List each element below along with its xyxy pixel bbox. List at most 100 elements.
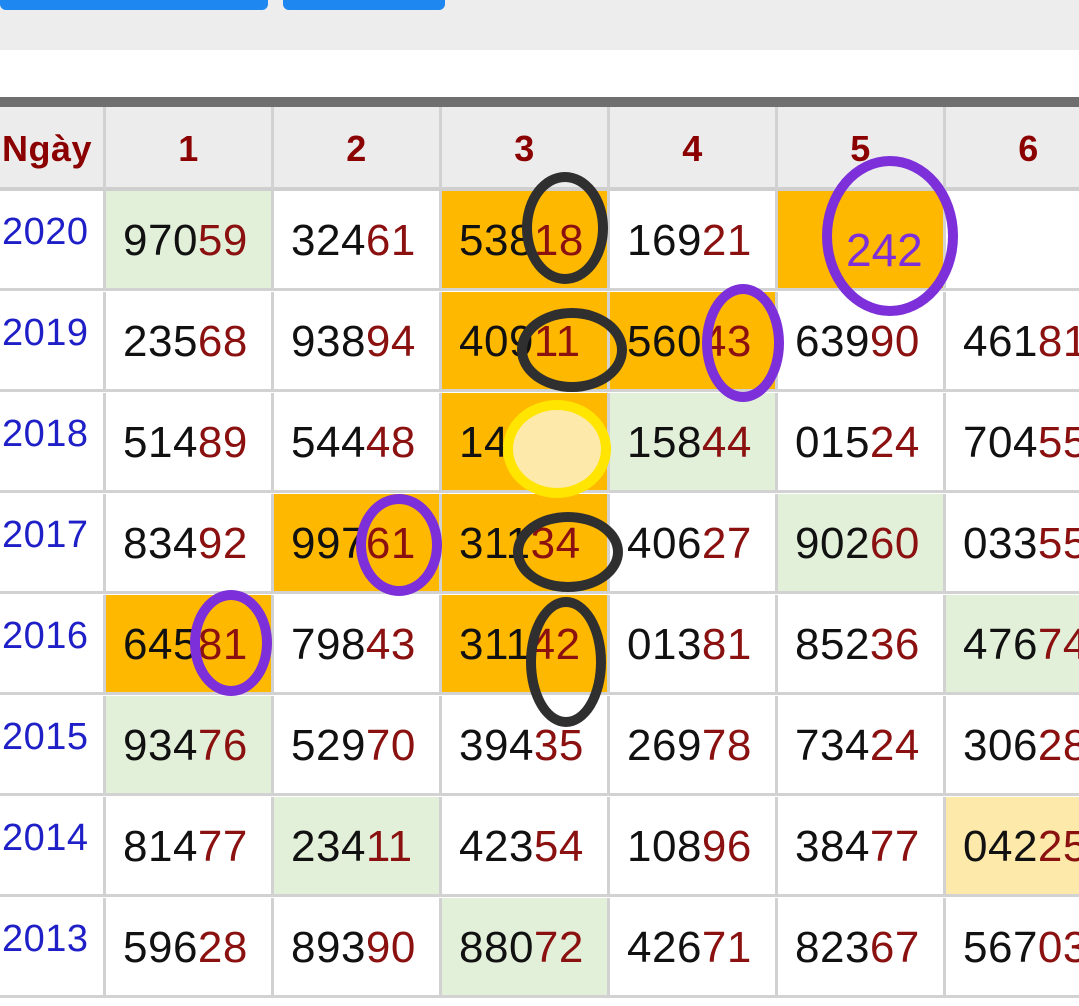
result-tail-digits: 76 — [197, 721, 248, 770]
result-head-digits: 306 — [963, 721, 1038, 770]
annotation-circle — [517, 308, 627, 392]
result-head-digits: 514 — [123, 418, 198, 467]
result-cell[interactable]: 16921 — [610, 191, 778, 291]
result-cell[interactable]: 79843 — [274, 595, 442, 695]
result-head-digits: 423 — [459, 822, 534, 871]
result-tail-digits: 61 — [365, 216, 416, 265]
table-row: 2013596288939088072426718236756703 — [0, 898, 1079, 998]
header-col-4: 4 — [610, 107, 778, 191]
result-cell[interactable]: 26978 — [610, 696, 778, 796]
result-tail-digits: 21 — [701, 216, 752, 265]
result-cell[interactable] — [946, 191, 1079, 291]
result-head-digits: 235 — [123, 317, 198, 366]
result-cell[interactable]: 83492 — [106, 494, 274, 594]
result-tail-digits: 74 — [1037, 620, 1079, 669]
result-cell[interactable]: 30628 — [946, 696, 1079, 796]
result-tail-digits: 36 — [869, 620, 920, 669]
result-cell[interactable]: 46181 — [946, 292, 1079, 392]
row-date: 2015 — [0, 696, 106, 796]
result-head-digits: 311 — [459, 620, 531, 669]
row-date: 2018 — [0, 393, 106, 493]
result-head-digits: 893 — [291, 923, 366, 972]
row-date: 2013 — [0, 898, 106, 998]
result-cell[interactable]: 82367 — [778, 898, 946, 998]
table-row: 2014814772341142354108963847704225 — [0, 797, 1079, 897]
result-cell[interactable]: 70455 — [946, 393, 1079, 493]
result-cell[interactable]: 73424 — [778, 696, 946, 796]
result-head-digits: 704 — [963, 418, 1038, 467]
result-cell[interactable]: 56703 — [946, 898, 1079, 998]
result-tail-digits: 54 — [533, 822, 584, 871]
result-head-digits: 567 — [963, 923, 1038, 972]
result-cell[interactable]: 04225 — [946, 797, 1079, 897]
result-tail-digits: 72 — [533, 923, 584, 972]
result-cell[interactable]: 93894 — [274, 292, 442, 392]
result-head-digits: 269 — [627, 721, 702, 770]
result-cell[interactable]: 03355 — [946, 494, 1079, 594]
result-tail-digits: 43 — [365, 620, 416, 669]
result-tail-digits: 90 — [869, 317, 920, 366]
result-cell[interactable]: 88072 — [442, 898, 610, 998]
result-cell[interactable]: 01381 — [610, 595, 778, 695]
result-cell[interactable]: 47674 — [946, 595, 1079, 695]
header-date: Ngày — [0, 107, 106, 191]
result-tail-digits: 28 — [1037, 721, 1079, 770]
result-tail-digits: 96 — [701, 822, 752, 871]
result-tail-digits: 67 — [869, 923, 920, 972]
annotation-circle — [190, 590, 272, 696]
result-head-digits: 798 — [291, 620, 366, 669]
result-cell[interactable]: 85236 — [778, 595, 946, 695]
result-cell[interactable]: 93476 — [106, 696, 274, 796]
toolbar-button-1[interactable] — [0, 0, 268, 10]
result-head-digits: 394 — [459, 721, 534, 770]
result-cell[interactable]: 42354 — [442, 797, 610, 897]
result-head-digits: 042 — [963, 822, 1038, 871]
result-head-digits: 814 — [123, 822, 198, 871]
result-head-digits: 108 — [627, 822, 702, 871]
result-tail-digits: 60 — [869, 519, 920, 568]
result-head-digits: 734 — [795, 721, 870, 770]
result-head-digits: 544 — [291, 418, 366, 467]
result-cell[interactable]: 10896 — [610, 797, 778, 897]
result-tail-digits: 27 — [701, 519, 752, 568]
annotation-circle — [513, 512, 623, 592]
result-cell[interactable]: 40627 — [610, 494, 778, 594]
header-col-1: 1 — [106, 107, 274, 191]
result-head-digits: 013 — [627, 620, 702, 669]
result-head-digits: 476 — [963, 620, 1038, 669]
result-head-digits: 970 — [123, 216, 198, 265]
result-tail-digits: 77 — [869, 822, 920, 871]
result-cell[interactable]: 32461 — [274, 191, 442, 291]
result-cell[interactable]: 38477 — [778, 797, 946, 897]
result-tail-digits: 78 — [701, 721, 752, 770]
result-cell[interactable]: 54448 — [274, 393, 442, 493]
result-cell[interactable]: 90260 — [778, 494, 946, 594]
header-col-6: 6 — [946, 107, 1079, 191]
result-tail-digits: 48 — [365, 418, 416, 467]
result-cell[interactable]: 15844 — [610, 393, 778, 493]
result-cell[interactable]: 81477 — [106, 797, 274, 897]
row-date: 2019 — [0, 292, 106, 392]
result-head-digits: 852 — [795, 620, 870, 669]
result-cell[interactable]: 23411 — [274, 797, 442, 897]
result-head-digits: 461 — [963, 317, 1038, 366]
result-cell[interactable]: 89390 — [274, 898, 442, 998]
result-tail-digits: 24 — [869, 721, 920, 770]
result-cell[interactable]: 52970 — [274, 696, 442, 796]
result-head-digits: 645 — [123, 620, 198, 669]
result-head-digits: 902 — [795, 519, 870, 568]
toolbar-button-2[interactable] — [283, 0, 445, 10]
result-cell[interactable]: 42671 — [610, 898, 778, 998]
result-head-digits: 560 — [627, 317, 702, 366]
annotation-text: 242 — [846, 224, 923, 276]
result-tail-digits: 25 — [1037, 822, 1079, 871]
result-cell[interactable]: 97059 — [106, 191, 274, 291]
result-cell[interactable]: 51489 — [106, 393, 274, 493]
result-head-digits: 324 — [291, 216, 366, 265]
result-cell[interactable]: 23568 — [106, 292, 274, 392]
result-head-digits: 596 — [123, 923, 198, 972]
result-head-digits: 997 — [291, 519, 366, 568]
result-head-digits: 834 — [123, 519, 198, 568]
result-cell[interactable]: 59628 — [106, 898, 274, 998]
result-cell[interactable]: 01524 — [778, 393, 946, 493]
